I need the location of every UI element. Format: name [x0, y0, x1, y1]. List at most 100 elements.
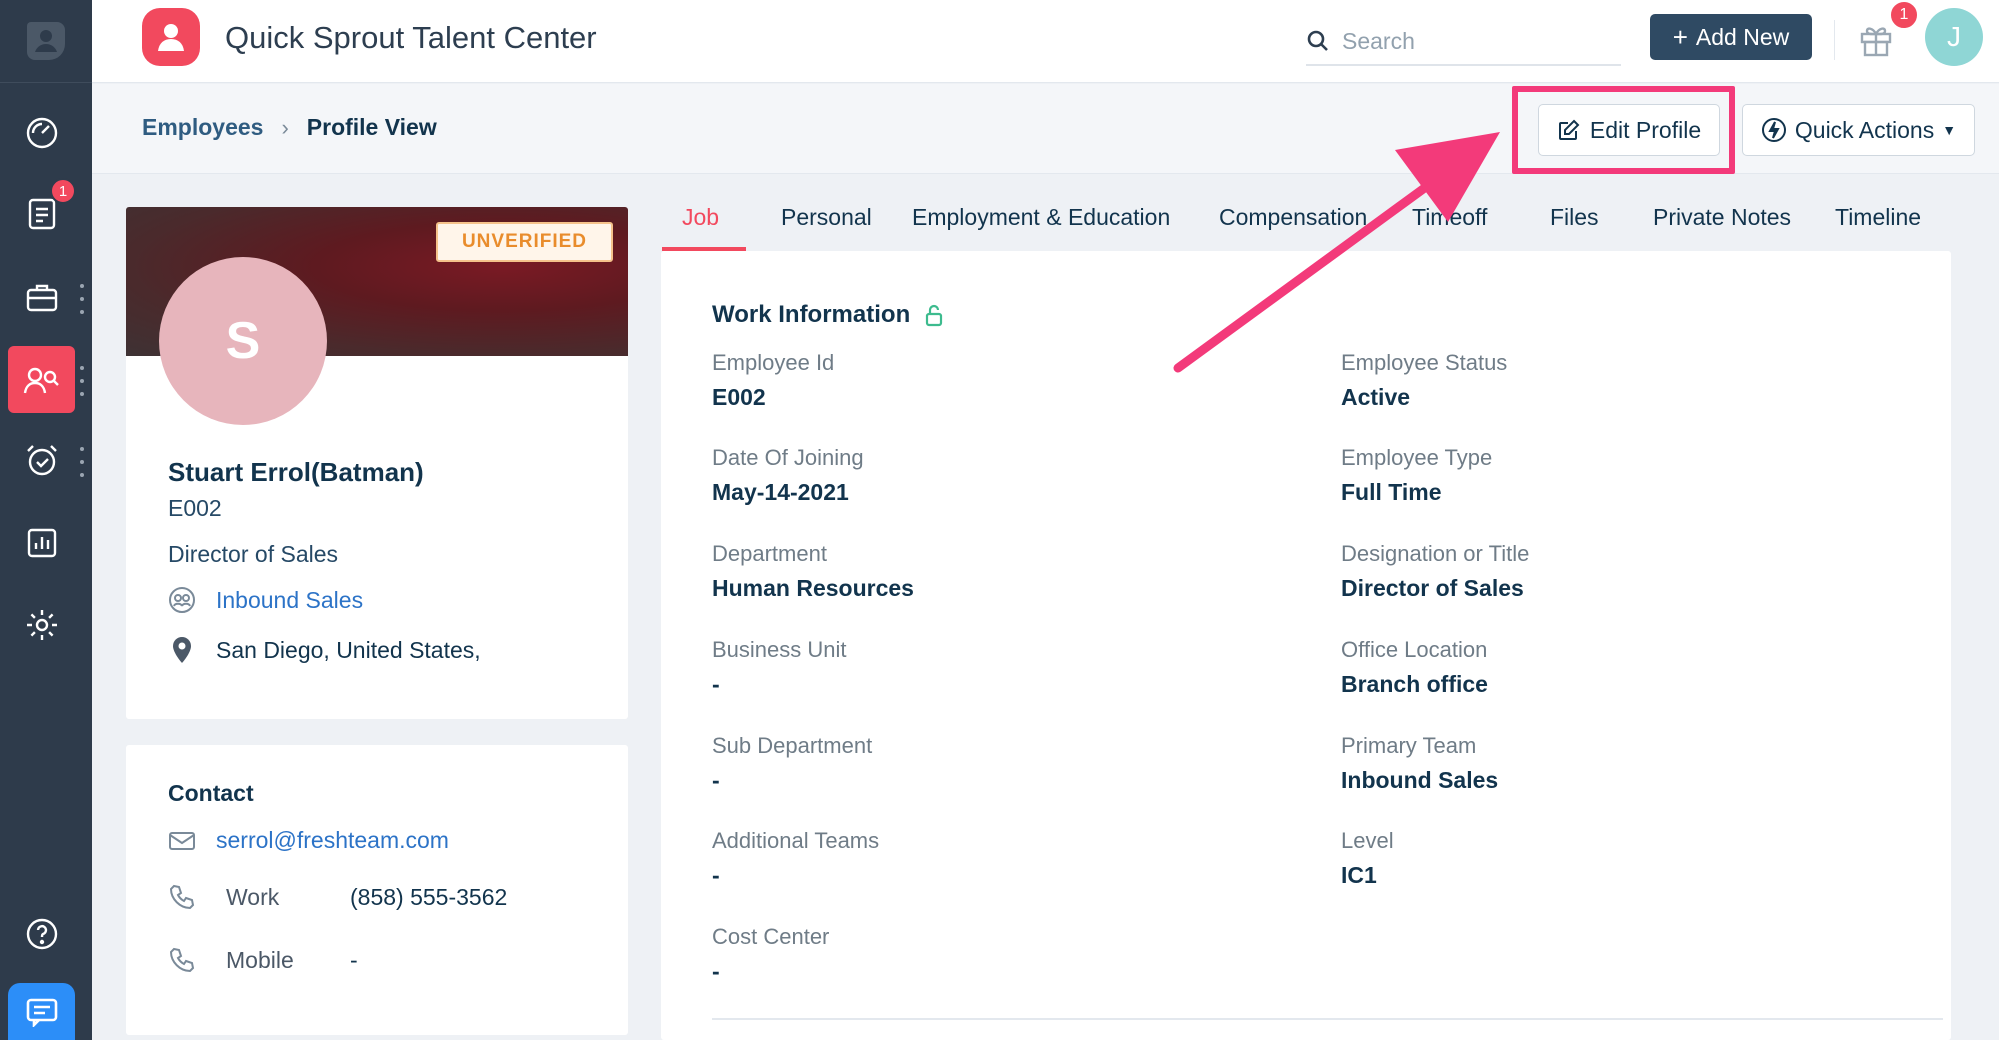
sidebar-item-jobs[interactable] — [8, 264, 75, 331]
location-row: San Diego, United States, — [168, 635, 481, 665]
tab-employment-education[interactable]: Employment & Education — [912, 204, 1170, 231]
field-label: Employee Type — [1341, 445, 1493, 470]
logo-icon — [27, 22, 65, 60]
email-row: serrol@freshteam.com — [168, 827, 449, 854]
email-link[interactable]: serrol@freshteam.com — [216, 827, 449, 854]
field-level: Level IC1 — [1341, 828, 1394, 889]
breadcrumb: Employees › Profile View — [142, 114, 437, 141]
tab-personal[interactable]: Personal — [781, 204, 872, 231]
field-value: Full Time — [1341, 479, 1442, 505]
app-title: Quick Sprout Talent Center — [225, 20, 597, 55]
field-label: Designation or Title — [1341, 541, 1530, 566]
section-divider — [712, 1018, 1943, 1020]
edit-profile-label: Edit Profile — [1589, 116, 1702, 143]
mobile-phone-label: Mobile — [226, 946, 294, 973]
sidebar-item-reports[interactable] — [8, 509, 75, 576]
work-phone-row: Work (858) 555-3562 — [168, 883, 507, 911]
field-label: Level — [1341, 828, 1394, 853]
tab-compensation[interactable]: Compensation — [1219, 204, 1367, 231]
work-phone-label: Work — [226, 883, 280, 910]
plus-icon: + — [1672, 21, 1688, 52]
tasks-count-badge: 1 — [50, 178, 76, 204]
field-value: - — [712, 671, 720, 697]
quick-actions-label: Quick Actions — [1794, 116, 1935, 143]
sidebar-item-help[interactable] — [8, 900, 75, 967]
section-title: Work Information — [712, 301, 944, 329]
field-employee-type: Employee Type Full Time — [1341, 445, 1492, 506]
edit-icon — [1558, 119, 1580, 140]
field-value: Active — [1341, 384, 1411, 410]
field-primary-team: Primary Team Inbound Sales — [1341, 733, 1498, 794]
employee-title: Director of Sales — [168, 541, 339, 567]
field-label: Employee Id — [712, 350, 835, 375]
tab-job[interactable]: Job — [682, 204, 719, 231]
team-icon — [169, 587, 195, 613]
sidebar-item-settings[interactable] — [8, 591, 75, 658]
breadcrumb-employees-link[interactable]: Employees — [142, 114, 263, 141]
location-pin-icon — [173, 637, 191, 663]
field-additional-teams: Additional Teams - — [712, 828, 879, 889]
field-label: Cost Center — [712, 924, 830, 949]
employees-icon — [23, 367, 59, 393]
dashboard-icon — [26, 117, 57, 148]
user-avatar[interactable]: J — [1925, 8, 1983, 66]
profile-avatar[interactable]: S — [159, 257, 327, 425]
employees-more-icon[interactable] — [78, 366, 86, 396]
field-value: - — [712, 862, 720, 888]
app-switcher-logo[interactable] — [0, 0, 92, 83]
status-badge: UNVERIFIED — [436, 222, 613, 262]
field-designation: Designation or Title Director of Sales — [1341, 541, 1529, 602]
timeoff-more-icon[interactable] — [78, 447, 86, 477]
chat-button[interactable] — [8, 983, 75, 1040]
tab-timeline[interactable]: Timeline — [1835, 204, 1921, 231]
tab-files[interactable]: Files — [1550, 204, 1599, 231]
quick-actions-button[interactable]: Quick Actions ▼ — [1742, 104, 1975, 156]
caret-down-icon: ▼ — [1942, 122, 1957, 138]
phone-icon — [169, 947, 195, 973]
gift-icon — [1860, 27, 1892, 57]
app-logo[interactable] — [142, 8, 200, 66]
field-label: Employee Status — [1341, 350, 1508, 375]
search-box[interactable] — [1306, 18, 1621, 66]
profile-card: UNVERIFIED S Stuart Errol(Batman) E002 D… — [126, 207, 628, 719]
employee-name: Stuart Errol(Batman) — [168, 457, 424, 487]
top-bar: Quick Sprout Talent Center + Add New 1 J — [92, 0, 1999, 83]
breadcrumb-current: Profile View — [306, 114, 437, 140]
field-value: - — [712, 958, 720, 984]
search-input[interactable] — [1342, 27, 1602, 55]
sidebar-item-timeoff[interactable] — [8, 427, 75, 494]
profile-tabs: Job Personal Employment & Education Comp… — [661, 194, 1951, 250]
field-label: Office Location — [1341, 637, 1488, 662]
sidebar-item-dashboard[interactable] — [8, 99, 75, 166]
work-information-card: Work Information Employee Id E002 Date O… — [661, 251, 1951, 1040]
sidebar: 1 — [0, 0, 92, 1040]
jobs-more-icon[interactable] — [78, 284, 86, 314]
tab-private-notes[interactable]: Private Notes — [1653, 204, 1791, 231]
field-employee-id: Employee Id E002 — [712, 350, 834, 411]
field-label: Sub Department — [712, 733, 873, 758]
sidebar-item-employees[interactable] — [8, 346, 75, 413]
work-information-title: Work Information — [712, 301, 911, 328]
mobile-phone-value: - — [350, 946, 358, 973]
divider — [1834, 20, 1835, 60]
add-new-button[interactable]: + Add New — [1650, 14, 1812, 60]
field-business-unit: Business Unit - — [712, 637, 847, 698]
field-label: Department — [712, 541, 827, 566]
field-label: Primary Team — [1341, 733, 1477, 758]
settings-icon — [26, 609, 57, 640]
field-value: IC1 — [1341, 862, 1377, 888]
field-value: May-14-2021 — [712, 479, 849, 505]
field-department: Department Human Resources — [712, 541, 914, 602]
field-value: Branch office — [1341, 671, 1488, 697]
field-value: Director of Sales — [1341, 575, 1524, 601]
tab-timeoff[interactable]: Timeoff — [1412, 204, 1487, 231]
lock-icon — [926, 304, 943, 327]
contact-heading: Contact — [168, 780, 254, 806]
field-value: E002 — [712, 384, 766, 410]
location-text: San Diego, United States, — [216, 636, 481, 663]
edit-profile-button[interactable]: Edit Profile — [1538, 104, 1720, 156]
team-link[interactable]: Inbound Sales — [216, 587, 363, 614]
field-value: - — [712, 767, 720, 793]
chevron-right-icon: › — [281, 114, 289, 140]
reports-icon — [27, 528, 56, 557]
